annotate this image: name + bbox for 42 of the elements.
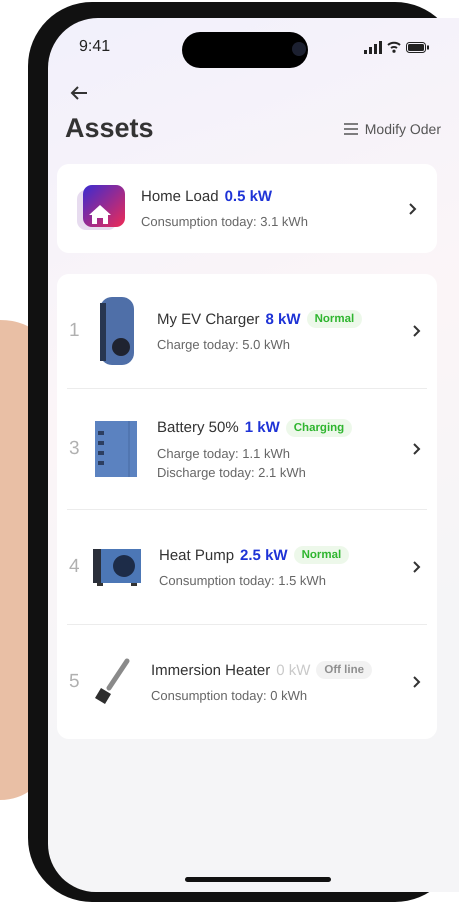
order-number: 4 — [69, 556, 81, 578]
device-row[interactable]: 3 Battery 50% 1 kW Charging Charge today: 1.1 kWh Discharge today: 2.1 kWh — [67, 388, 427, 509]
asset-detail: Consumption today: 1.5 kWh — [159, 573, 327, 588]
signal-icon — [364, 40, 382, 54]
house-icon — [77, 184, 125, 232]
asset-name: Home Load — [141, 188, 219, 205]
power-value: 1 kW — [244, 419, 280, 436]
order-number: 5 — [69, 671, 81, 693]
order-number: 1 — [69, 320, 81, 342]
heat-pump-image — [91, 547, 143, 587]
back-arrow-icon[interactable] — [69, 85, 89, 101]
power-value: 2.5 kW — [240, 546, 288, 564]
chevron-right-icon[interactable] — [411, 442, 421, 456]
asset-detail: Consumption today: 3.1 kWh — [141, 214, 309, 229]
power-value: 8 kW — [266, 310, 301, 328]
modify-order-button[interactable]: Modify Oder — [342, 120, 441, 136]
device-row[interactable]: 1 My EV Charger 8 kW Normal Charge today: 5.0 kWh — [67, 274, 427, 388]
asset-name: Heat Pump — [159, 546, 234, 564]
page-title: Assets — [65, 113, 154, 144]
chevron-right-icon[interactable] — [411, 560, 421, 574]
asset-name: Immersion Heater — [151, 662, 270, 678]
device-row[interactable]: 4 Heat Pump 2.5 kW Normal Consumption today: 1.5 kWh — [67, 509, 427, 624]
chevron-right-icon[interactable] — [411, 675, 421, 689]
power-value: 0.5 kW — [224, 188, 272, 205]
status-badge: Normal — [294, 546, 350, 564]
asset-detail: Discharge today: 2.1 kWh — [157, 464, 307, 480]
asset-name: Battery 50% — [157, 419, 239, 436]
wifi-icon — [387, 41, 401, 53]
chevron-right-icon[interactable] — [411, 324, 421, 338]
asset-detail: Charge today: 5.0 kWh — [157, 337, 291, 352]
asset-name: My EV Charger — [157, 310, 260, 328]
status-badge: Normal — [306, 310, 362, 328]
status-badge: Charging — [286, 418, 352, 436]
chevron-right-icon[interactable] — [407, 202, 417, 216]
battery-icon — [406, 42, 429, 52]
status-time: 9:41 — [79, 38, 110, 56]
menu-icon — [342, 122, 359, 134]
asset-detail: Charge today: 1.1 kWh — [157, 446, 291, 460]
status-badge: Off line — [316, 661, 372, 679]
home-load-card[interactable]: Home Load 0.5 kW Consumption today: 3.1 kWh — [57, 164, 437, 253]
asset-detail: Consumption today: 0 kWh — [151, 688, 308, 703]
order-number: 3 — [69, 438, 81, 460]
